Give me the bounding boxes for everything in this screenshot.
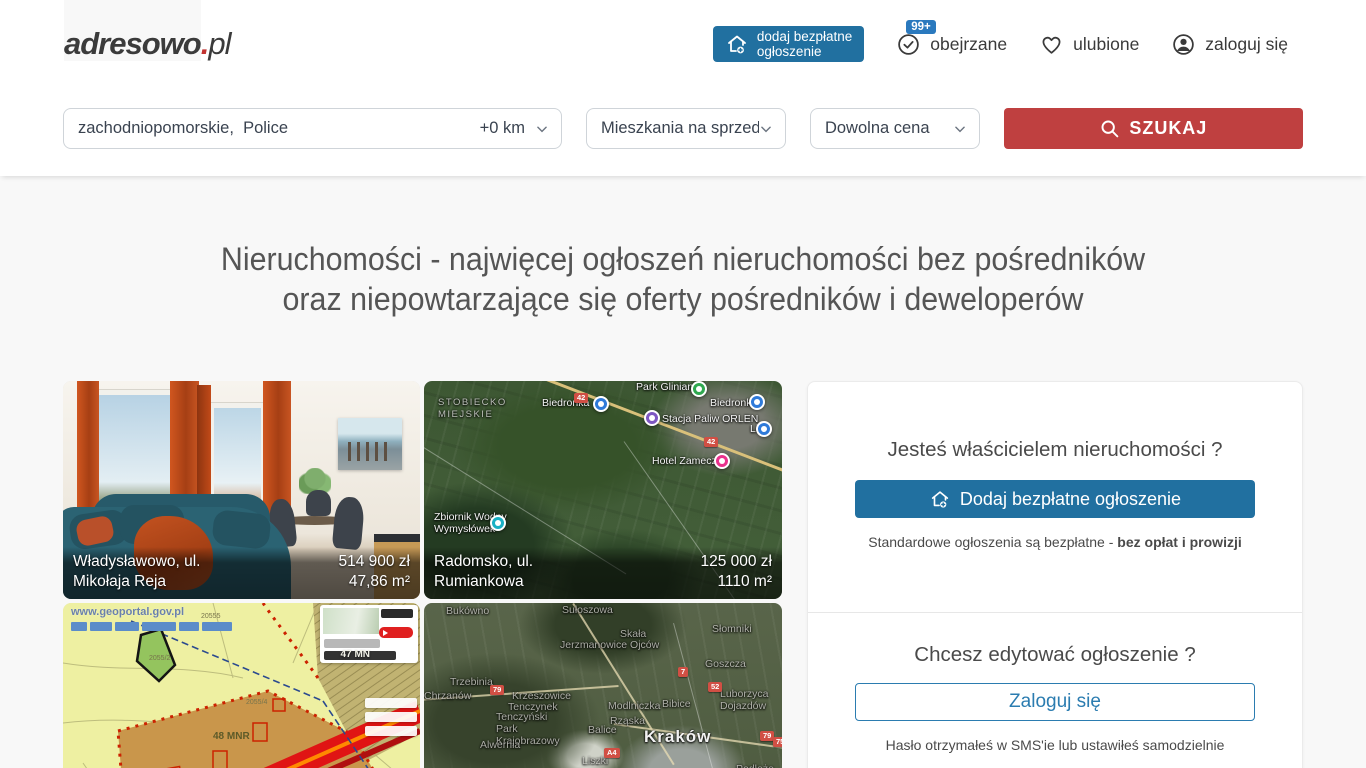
road-shield: 7: [678, 667, 688, 677]
logo-text: adresowo: [64, 0, 201, 61]
listing-card-zabierzow[interactable]: Bukówno Sułoszowa Słomniki SkałaJerzmanowic…: [424, 603, 782, 768]
viewed-link[interactable]: 99+ obejrzane: [896, 32, 1007, 57]
map-place-label: Sułoszowa: [562, 604, 613, 616]
zone-label: 48 MNR: [213, 731, 250, 742]
map-place-label: Bibice: [662, 698, 691, 710]
map-place-label: Tenczynek: [508, 701, 558, 713]
chevron-down-icon: [535, 122, 549, 136]
search-icon: [1099, 118, 1120, 139]
listing-area: 47,86 m²: [338, 572, 410, 592]
category-select[interactable]: Mieszkania na sprzeda: [586, 108, 786, 149]
map-place-label: Luborzyca Dojazdów: [720, 688, 768, 712]
map-place-label: Balice: [588, 724, 617, 736]
map-place-label: Jerzmanowice Ojców: [560, 639, 659, 651]
road-shield: A4: [604, 748, 620, 758]
map-place-label: STOBIECKO MIEJSKIE: [438, 397, 507, 421]
map-place-label: Skała: [620, 628, 646, 640]
listing-price: 514 900 zł: [338, 552, 410, 572]
edit-heading: Chcesz edytować ogłoszenie ?: [808, 643, 1302, 667]
price-select[interactable]: Dowolna cena: [810, 108, 980, 149]
road-shield: 75: [773, 737, 782, 747]
sidebar-add-listing-button[interactable]: Dodaj bezpłatne ogłoszenie: [855, 480, 1255, 518]
youtube-badge: [379, 627, 413, 638]
location-input[interactable]: [78, 119, 480, 138]
map-place-label: Alwernia: [480, 739, 520, 751]
listings-grid: Władysławowo, ul. Mikołaja Reja 514 900 …: [63, 381, 782, 768]
viewed-count-badge: 99+: [906, 20, 936, 34]
road-shield: 79: [490, 685, 504, 695]
map-place-label: Bukówno: [446, 605, 489, 617]
listing-area: 1110 m²: [700, 572, 772, 592]
geoportal-toolbar: [71, 622, 232, 631]
listing-map-image: Bukówno Sułoszowa Słomniki SkałaJerzmanowic…: [424, 603, 782, 768]
poi-pin-icon: [644, 410, 660, 426]
location-field[interactable]: +0 km: [63, 108, 562, 149]
map-place-label: Goszcza: [705, 658, 746, 670]
sidebar-login-button[interactable]: Zaloguj się: [855, 683, 1255, 721]
listing-card-lazy[interactable]: www.geoportal.gov.pl 47 MN 48 MNR: [63, 603, 420, 768]
parcel-number: 2055/2: [149, 655, 170, 662]
owner-heading: Jesteś właścicielem nieruchomości ?: [808, 438, 1302, 462]
add-listing-button[interactable]: dodaj bezpłatne ogłoszenie: [713, 26, 864, 62]
map-place-label: Stacja Paliw ORLEN: [662, 413, 758, 425]
geoportal-watermark: www.geoportal.gov.pl: [71, 606, 184, 618]
store-pin-icon: [756, 421, 772, 437]
site-logo[interactable]: adresowo.pl: [64, 26, 230, 62]
heart-icon: [1039, 32, 1064, 57]
chevron-down-icon: [759, 122, 773, 136]
listing-caption: Władysławowo, ul. Mikołaja Reja 514 900 …: [63, 547, 420, 599]
listing-location: Radomsko, ul.: [434, 552, 533, 572]
listing-card-wladyslawowo[interactable]: Władysławowo, ul. Mikołaja Reja 514 900 …: [63, 381, 420, 599]
listing-price: 125 000 zł: [700, 552, 772, 572]
water-pin-icon: [490, 515, 506, 531]
store-pin-icon: [593, 396, 609, 412]
listing-location: Władysławowo, ul.: [73, 552, 201, 572]
page-title: Nieruchomości - najwięcej ogłoszeń nieru…: [0, 239, 1366, 319]
map-place-label: Podłęże: [736, 763, 774, 768]
park-pin-icon: [691, 381, 707, 397]
map-place-label: Tenczyński Park Krajobrazowy: [496, 711, 560, 747]
zone-label: 47 MN: [341, 649, 370, 660]
favorites-link[interactable]: ulubione: [1039, 32, 1139, 57]
listing-zoning-map-image: www.geoportal.gov.pl 47 MN 48 MNR: [63, 603, 420, 768]
search-button[interactable]: SZUKAJ: [1004, 108, 1303, 149]
hotel-pin-icon: [714, 453, 730, 469]
chevron-down-icon: [953, 122, 967, 136]
owner-sidebar: Jesteś właścicielem nieruchomości ? Doda…: [807, 381, 1303, 768]
store-pin-icon: [749, 394, 765, 410]
check-circle-icon: [896, 32, 921, 57]
road-shield: 42: [574, 393, 588, 403]
house-plus-icon: [929, 488, 951, 510]
map-place-label: Słomniki: [712, 623, 752, 635]
listing-caption: Radomsko, ul. Rumiankowa 125 000 zł 1110…: [424, 547, 782, 599]
top-header: adresowo.pl dodaj bezpłatne ogłoszenie 9…: [0, 0, 1366, 88]
parcel-number: 2055/4: [246, 699, 267, 706]
listing-card-radomsko[interactable]: Park GliniankiSTOBIECKO MIEJSKIEBiedronk…: [424, 381, 782, 599]
road-shield: 52: [708, 682, 722, 692]
user-circle-icon: [1171, 32, 1196, 57]
radius-selector[interactable]: +0 km: [480, 119, 549, 138]
house-plus-icon: [725, 32, 749, 56]
parcel-number: 20555: [201, 613, 220, 620]
password-note: Hasło otrzymałeś w SMS'ie lub ustawiłeś …: [808, 737, 1302, 753]
map-place-label: Trzebinia: [450, 676, 493, 688]
search-bar: +0 km Mieszkania na sprzeda Dowolna cena…: [0, 88, 1366, 176]
login-link[interactable]: zaloguj się: [1171, 32, 1288, 57]
free-listings-note: Standardowe ogłoszenia są bezpłatne - be…: [808, 534, 1302, 550]
road-shield: 42: [704, 437, 718, 447]
